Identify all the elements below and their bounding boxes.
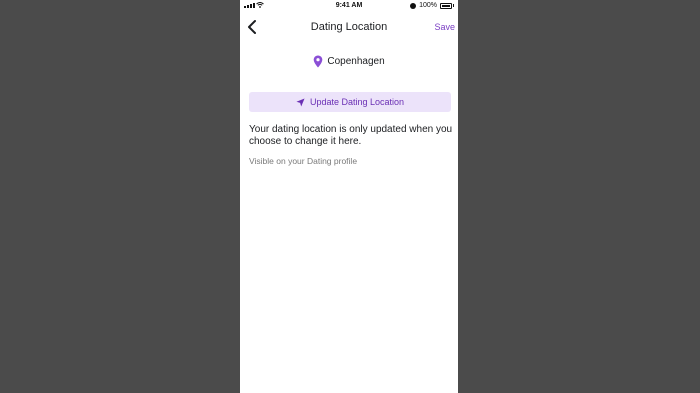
- update-dating-location-button[interactable]: Update Dating Location: [249, 92, 451, 112]
- location-name: Copenhagen: [327, 56, 385, 67]
- nav-bar: Dating Location Save: [240, 14, 458, 40]
- phone-screen: 9:41 AM 100% Dating Location Save Copenh…: [240, 0, 458, 393]
- update-button-label: Update Dating Location: [309, 97, 405, 107]
- battery-icon: [440, 2, 452, 9]
- battery-percent: 100%: [419, 2, 437, 9]
- save-button[interactable]: Save: [434, 22, 455, 32]
- status-bar: 9:41 AM 100%: [240, 0, 458, 12]
- visibility-note: Visible on your Dating profile: [249, 156, 358, 166]
- current-location: Copenhagen: [240, 55, 458, 68]
- alarm-icon: [410, 2, 417, 9]
- map-pin-icon: [314, 55, 323, 68]
- navigation-arrow-icon: [296, 97, 305, 107]
- location-description: Your dating location is only updated whe…: [249, 124, 453, 147]
- page-title: Dating Location: [310, 21, 388, 33]
